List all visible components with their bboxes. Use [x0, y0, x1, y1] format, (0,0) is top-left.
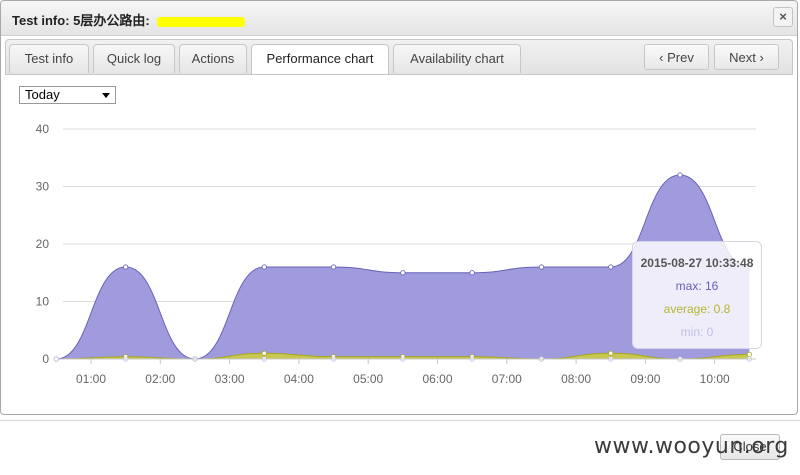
chart-tooltip: 2015-08-27 10:33:48 max: 16 average: 0.8… — [632, 241, 762, 349]
dialog-titlebar: Test info: 5层办公路由: × — [1, 1, 797, 36]
series-point-max — [123, 264, 129, 270]
series-point-max — [538, 264, 545, 270]
redacted-ip — [157, 16, 246, 27]
x-tick-label: 06:00 — [422, 372, 452, 386]
tab-availability-chart[interactable]: Availability chart — [393, 44, 521, 73]
tab-performance-chart[interactable]: Performance chart — [251, 44, 389, 74]
tab-actions[interactable]: Actions — [179, 44, 247, 73]
y-tick-label: 30 — [36, 180, 50, 194]
next-button[interactable]: Next › — [714, 44, 779, 70]
series-point-max — [330, 264, 337, 270]
range-select-value: Today — [25, 87, 60, 102]
x-tick-label: 10:00 — [700, 372, 730, 386]
y-tick-label: 10 — [36, 295, 50, 309]
series-point-max — [469, 270, 475, 276]
y-tick-label: 40 — [36, 122, 50, 136]
series-point-max — [608, 264, 614, 270]
x-tick-label: 07:00 — [492, 372, 522, 386]
tooltip-title: 2015-08-27 10:33:48 — [640, 256, 754, 270]
range-select[interactable]: Today — [19, 86, 116, 104]
chevron-down-icon — [102, 93, 110, 98]
y-tick-label: 20 — [36, 237, 50, 251]
tooltip-max: max: 16 — [675, 279, 719, 293]
x-tick-label: 01:00 — [76, 372, 106, 386]
prev-button[interactable]: ‹ Prev — [644, 44, 709, 70]
series-point-max — [400, 270, 406, 276]
x-tick-label: 05:00 — [353, 372, 383, 386]
watermark: www.wooyun.org — [594, 434, 789, 459]
y-tick-label: 0 — [42, 352, 49, 366]
tab-test-info[interactable]: Test info — [9, 44, 89, 73]
tab-bar: Test info Quick log Actions Performance … — [5, 39, 793, 75]
dialog-title-text: Test info: 5层办公路由: — [12, 13, 154, 28]
x-tick-label: 08:00 — [561, 372, 591, 386]
series-point-average — [608, 350, 614, 356]
dialog-title: Test info: 5层办公路由: — [12, 10, 246, 29]
x-tick-label: 09:00 — [630, 372, 660, 386]
x-tick-label: 03:00 — [215, 372, 245, 386]
series-point-max — [677, 172, 683, 178]
x-tick-label: 04:00 — [284, 372, 314, 386]
series-point-min — [53, 356, 59, 362]
close-icon[interactable]: × — [773, 7, 793, 27]
tab-quick-log[interactable]: Quick log — [93, 44, 175, 73]
test-info-dialog: Test info: 5层办公路由: × Test info Quick log… — [0, 0, 798, 415]
tooltip-min: min: 0 — [680, 325, 714, 339]
x-tick-label: 02:00 — [145, 372, 175, 386]
series-point-average — [261, 350, 267, 356]
footer-divider — [0, 420, 800, 421]
series-point-max — [261, 264, 267, 270]
series-point-average — [746, 351, 752, 357]
tooltip-average: average: 0.8 — [663, 302, 731, 316]
